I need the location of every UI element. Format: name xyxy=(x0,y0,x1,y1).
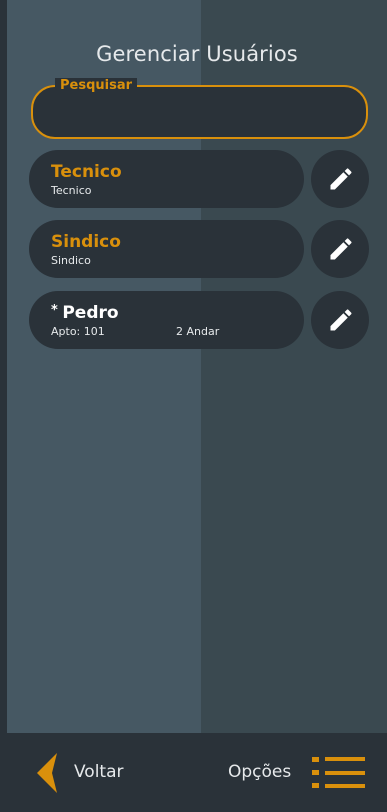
chevron-left-icon xyxy=(37,753,57,793)
user-name-with-prefix: * Pedro xyxy=(51,303,119,323)
user-prefix: * xyxy=(51,303,63,318)
user-row-sindico[interactable]: Sindico Sindico xyxy=(29,220,304,278)
user-name: Tecnico xyxy=(51,162,122,182)
options-label: Opções xyxy=(228,762,292,782)
page-title: Gerenciar Usuários xyxy=(96,42,298,66)
main-panel: Gerenciar Usuários Pesquisar Tecnico Tec… xyxy=(7,0,387,733)
edit-user-button-pedro[interactable] xyxy=(311,291,369,349)
edit-user-button-sindico[interactable] xyxy=(311,220,369,278)
options-button[interactable]: Opções xyxy=(221,751,371,795)
user-detail: Sindico xyxy=(51,254,91,267)
user-row-pedro[interactable]: * Pedro Apto: 101 2 Andar xyxy=(29,291,304,349)
back-label: Voltar xyxy=(74,762,124,782)
user-floor: 2 Andar xyxy=(176,325,220,338)
user-row-tecnico[interactable]: Tecnico Tecnico xyxy=(29,150,304,208)
search-input[interactable] xyxy=(51,101,355,127)
search-field[interactable]: Pesquisar xyxy=(31,78,368,139)
search-label: Pesquisar xyxy=(55,78,138,94)
app-root: Gerenciar Usuários Pesquisar Tecnico Tec… xyxy=(0,0,387,812)
bottom-bar: Voltar Opções xyxy=(7,733,387,812)
pencil-icon xyxy=(330,238,352,260)
pencil-icon xyxy=(330,309,352,331)
user-apartment: Apto: 101 xyxy=(51,325,105,338)
back-button[interactable]: Voltar xyxy=(29,751,149,795)
user-name: Sindico xyxy=(51,232,121,252)
pencil-icon xyxy=(330,168,352,190)
menu-list-icon xyxy=(312,757,365,788)
user-name: Pedro xyxy=(62,303,119,323)
edit-user-button-tecnico[interactable] xyxy=(311,150,369,208)
user-detail: Tecnico xyxy=(51,184,92,197)
